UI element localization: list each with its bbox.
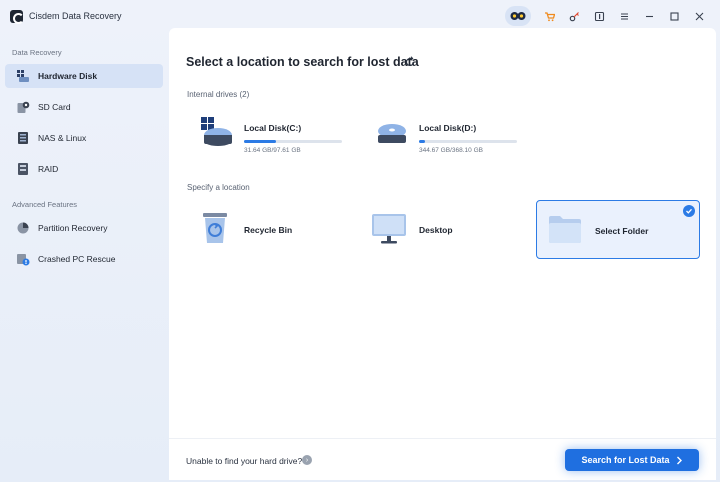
drive-usage-fill xyxy=(419,140,425,143)
nas-icon xyxy=(16,131,30,145)
raid-icon xyxy=(16,162,30,176)
app-window: Cisdem Data Recovery Data Recovery Hardw… xyxy=(0,0,720,482)
sidebar-item-label: RAID xyxy=(38,164,59,174)
page-title: Select a location to search for lost dat… xyxy=(186,55,419,69)
sidebar-item-hardware-disk[interactable]: Hardware Disk xyxy=(5,64,163,88)
search-for-lost-data-button[interactable]: Search for Lost Data xyxy=(565,449,699,471)
sidebar-item-partition-recovery[interactable]: Partition Recovery xyxy=(5,216,163,240)
location-name: Recycle Bin xyxy=(244,225,293,235)
specify-location-label: Specify a location xyxy=(187,183,250,192)
main-panel: Select a location to search for lost dat… xyxy=(169,28,716,480)
info-icon[interactable] xyxy=(587,6,612,26)
drive-usage-bar xyxy=(419,140,517,143)
search-button-label: Search for Lost Data xyxy=(581,455,670,465)
drive-icon xyxy=(376,117,408,147)
drive-size: 344.67 GB/368.10 GB xyxy=(419,147,483,154)
refresh-icon[interactable] xyxy=(404,55,416,67)
hardware-disk-icon xyxy=(16,69,30,83)
location-name: Desktop xyxy=(419,225,453,235)
maximize-icon[interactable] xyxy=(662,6,687,26)
sidebar-item-label: Hardware Disk xyxy=(38,71,98,81)
sd-card-icon xyxy=(16,100,30,114)
sidebar-item-nas-linux[interactable]: NAS & Linux xyxy=(5,126,163,150)
help-arrow-icon[interactable]: › xyxy=(302,455,312,465)
avatar-icon[interactable] xyxy=(505,6,531,26)
crashed-pc-icon xyxy=(16,252,30,266)
app-logo-icon xyxy=(10,10,24,24)
minimize-icon[interactable] xyxy=(637,6,662,26)
sidebar-item-sd-card[interactable]: SD Card xyxy=(5,95,163,119)
sidebar-section-advanced: Advanced Features xyxy=(12,200,78,209)
sidebar-item-label: SD Card xyxy=(38,102,71,112)
menu-icon[interactable] xyxy=(612,6,637,26)
drive-item-d[interactable]: Local Disk(D:) 344.67 GB/368.10 GB xyxy=(362,110,532,158)
close-icon[interactable] xyxy=(687,6,712,26)
sidebar-item-label: Crashed PC Rescue xyxy=(38,254,116,264)
sidebar-item-raid[interactable]: RAID xyxy=(5,157,163,181)
key-icon[interactable] xyxy=(562,6,587,26)
location-select-folder[interactable]: Select Folder xyxy=(536,200,700,259)
sidebar-item-label: Partition Recovery xyxy=(38,223,108,233)
drive-name: Local Disk(D:) xyxy=(419,123,477,133)
footer-divider xyxy=(169,438,716,439)
cart-icon[interactable] xyxy=(537,6,562,26)
sidebar-item-label: NAS & Linux xyxy=(38,133,87,143)
chevron-right-icon xyxy=(676,456,682,464)
sidebar-item-crashed-pc-rescue[interactable]: Crashed PC Rescue xyxy=(5,247,163,271)
drive-size: 31.64 GB/97.61 GB xyxy=(244,147,301,154)
folder-icon xyxy=(549,216,581,243)
desktop-icon xyxy=(372,214,406,244)
sidebar: Data Recovery Hardware Disk SD Card NAS … xyxy=(0,32,168,482)
checkmark-icon xyxy=(683,205,695,217)
drive-item-c[interactable]: Local Disk(C:) 31.64 GB/97.61 GB xyxy=(187,110,357,158)
partition-icon xyxy=(16,221,30,235)
windows-drive-icon xyxy=(201,117,233,147)
location-name: Select Folder xyxy=(595,226,649,236)
location-recycle-bin[interactable]: Recycle Bin xyxy=(187,200,347,258)
internal-drives-label: Internal drives (2) xyxy=(187,90,250,99)
drive-usage-fill xyxy=(244,140,276,143)
location-desktop[interactable]: Desktop xyxy=(362,200,522,258)
recycle-bin-icon xyxy=(203,213,227,243)
drive-usage-bar xyxy=(244,140,342,143)
help-text: Unable to find your hard drive? xyxy=(186,456,303,466)
drive-name: Local Disk(C:) xyxy=(244,123,302,133)
window-title: Cisdem Data Recovery xyxy=(29,11,122,21)
titlebar-controls xyxy=(505,6,712,26)
sidebar-section-data-recovery: Data Recovery xyxy=(12,48,62,57)
